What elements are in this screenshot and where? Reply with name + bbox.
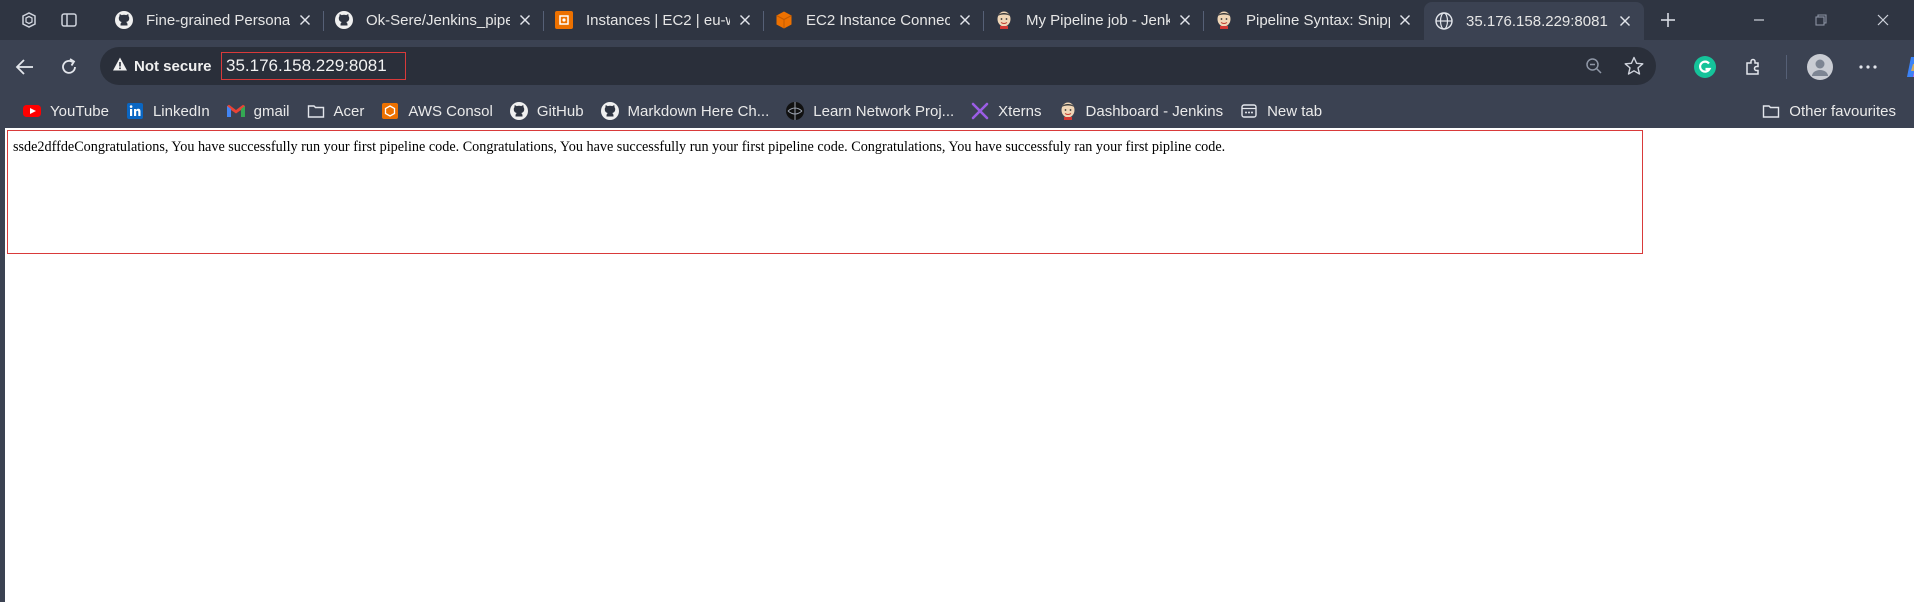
workspaces-icon[interactable] xyxy=(16,8,42,32)
tab-title: 35.176.158.229:8081 xyxy=(1466,12,1608,30)
close-tab-icon[interactable] xyxy=(296,11,314,29)
tab[interactable]: Ok-Sere/Jenkins_pipe xyxy=(324,2,544,38)
other-favourites[interactable]: Other favourites xyxy=(1753,99,1904,123)
copilot-icon[interactable] xyxy=(1901,52,1914,82)
bookmark-item[interactable]: LinkedIn xyxy=(117,99,218,123)
page-viewport: ssde2dffdeCongratulations, You have succ… xyxy=(5,128,1914,602)
newtab-icon xyxy=(1239,101,1259,121)
tab[interactable]: My Pipeline job - Jenk xyxy=(984,2,1204,38)
tab[interactable]: Fine-grained Personal xyxy=(104,2,324,38)
security-label: Not secure xyxy=(134,57,212,75)
tab-title: My Pipeline job - Jenk xyxy=(1026,11,1170,29)
extensions-icon[interactable] xyxy=(1738,52,1768,82)
aws-cube-icon xyxy=(774,10,794,30)
tab-strip: Fine-grained Personal Ok-Sere/Jenkins_pip… xyxy=(0,0,1914,40)
youtube-icon xyxy=(22,101,42,121)
address-bar[interactable]: Not secure 35.176.158.229:8081 xyxy=(100,47,1656,85)
close-tab-icon[interactable] xyxy=(1616,12,1634,30)
tab[interactable]: Instances | EC2 | eu-w xyxy=(544,2,764,38)
tab-title: Pipeline Syntax: Snipp xyxy=(1246,11,1390,29)
tab-title: Fine-grained Personal xyxy=(146,11,290,29)
bookmark-item[interactable]: AWS Consol xyxy=(372,99,500,123)
bookmark-label: Xterns xyxy=(998,102,1042,120)
jenkins-icon xyxy=(1058,101,1078,121)
aws-icon xyxy=(380,101,400,121)
jenkins-icon xyxy=(1214,10,1234,30)
bookmarks-bar: YouTube LinkedIn gmail Acer AWS Consol GitHub… xyxy=(0,94,1914,128)
refresh-button[interactable] xyxy=(54,52,84,82)
minimize-button[interactable] xyxy=(1728,0,1790,40)
tab-title: EC2 Instance Connect xyxy=(806,11,950,29)
close-tab-icon[interactable] xyxy=(736,11,754,29)
new-tab-button[interactable] xyxy=(1654,6,1682,34)
tab-active[interactable]: 35.176.158.229:8081 xyxy=(1424,2,1644,40)
github-icon xyxy=(600,101,620,121)
more-menu-icon[interactable] xyxy=(1853,52,1883,82)
bookmark-label: AWS Consol xyxy=(408,102,493,120)
github-icon xyxy=(334,10,354,30)
bookmark-label: Markdown Here Ch... xyxy=(627,102,770,120)
globe-icon xyxy=(1434,11,1454,31)
close-tab-icon[interactable] xyxy=(516,11,534,29)
other-favourites-label: Other favourites xyxy=(1789,102,1896,120)
bookmark-item[interactable]: Markdown Here Ch... xyxy=(592,99,778,123)
tab-title: Instances | EC2 | eu-w xyxy=(586,11,730,29)
bookmark-label: Acer xyxy=(333,102,365,120)
tab[interactable]: Pipeline Syntax: Snipp xyxy=(1204,2,1424,38)
restore-button[interactable] xyxy=(1790,0,1852,40)
gmail-icon xyxy=(226,101,246,121)
site-info-button[interactable]: Not secure xyxy=(112,55,212,77)
page-body-text: ssde2dffdeCongratulations, You have succ… xyxy=(13,139,1226,155)
browser-toolbar: Not secure 35.176.158.229:8081 xyxy=(0,40,1914,94)
bookmark-item[interactable]: GitHub xyxy=(501,99,592,123)
bookmark-label: Dashboard - Jenkins xyxy=(1085,102,1224,120)
folder-icon xyxy=(306,101,326,121)
linkedin-icon xyxy=(125,101,145,121)
xterns-icon xyxy=(970,101,990,121)
bookmark-label: GitHub xyxy=(536,102,584,120)
favorite-star-icon[interactable] xyxy=(1622,54,1646,78)
bookmark-item[interactable]: gmail xyxy=(218,99,298,123)
bookmark-item[interactable]: Xterns xyxy=(962,99,1049,123)
bookmark-item[interactable]: Acer xyxy=(298,99,373,123)
github-icon xyxy=(509,101,529,121)
back-button[interactable] xyxy=(10,52,40,82)
bookmark-label: LinkedIn xyxy=(152,102,210,120)
bookmark-item[interactable]: YouTube xyxy=(14,99,117,123)
toolbar-divider xyxy=(1786,55,1787,79)
close-tab-icon[interactable] xyxy=(956,11,974,29)
zoom-out-icon[interactable] xyxy=(1582,54,1606,78)
network-icon xyxy=(785,101,805,121)
bookmark-item[interactable]: New tab xyxy=(1231,99,1330,123)
folder-icon xyxy=(1761,101,1781,121)
grammarly-icon[interactable] xyxy=(1690,52,1720,82)
tab-title: Ok-Sere/Jenkins_pipe xyxy=(366,11,510,29)
close-tab-icon[interactable] xyxy=(1176,11,1194,29)
bookmark-item[interactable]: Learn Network Proj... xyxy=(777,99,962,123)
close-window-button[interactable] xyxy=(1852,0,1914,40)
warning-icon xyxy=(112,56,128,76)
profile-avatar-icon[interactable] xyxy=(1805,52,1835,82)
bookmark-label: Learn Network Proj... xyxy=(813,102,955,120)
bookmark-label: YouTube xyxy=(50,102,109,120)
url-text[interactable]: 35.176.158.229:8081 xyxy=(221,52,406,80)
close-tab-icon[interactable] xyxy=(1396,11,1414,29)
aws-ec2-icon xyxy=(554,10,574,30)
bookmark-label: New tab xyxy=(1267,102,1323,120)
jenkins-icon xyxy=(994,10,1014,30)
vertical-tabs-icon[interactable] xyxy=(56,8,82,32)
bookmark-label: gmail xyxy=(253,102,290,120)
bookmark-item[interactable]: Dashboard - Jenkins xyxy=(1050,99,1232,123)
tab[interactable]: EC2 Instance Connect xyxy=(764,2,984,38)
github-icon xyxy=(114,10,134,30)
